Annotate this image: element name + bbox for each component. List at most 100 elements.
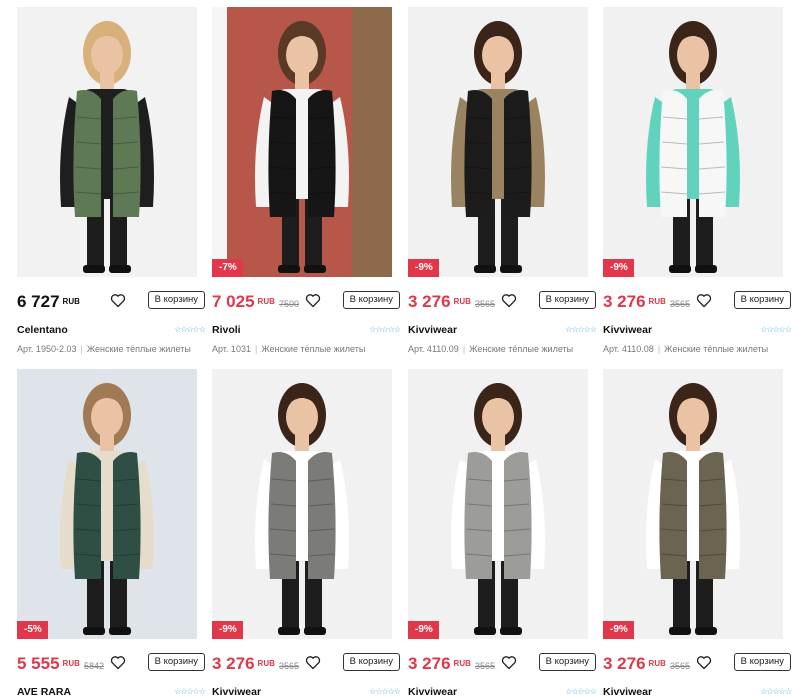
rating-stars-icon: ☆☆☆☆☆ <box>174 687 206 696</box>
product-image[interactable] <box>17 7 197 277</box>
product-image[interactable]: -7% <box>212 7 392 277</box>
add-to-cart-button[interactable]: В корзину <box>538 653 596 671</box>
price-row: 7 025 RUB 7500 В корзину <box>212 290 400 312</box>
category-link[interactable]: Женские тёплые жилеты <box>87 344 191 354</box>
article-number: Арт. 4110.08 <box>603 344 654 354</box>
rating-stars-icon: ☆☆☆☆☆ <box>760 325 792 334</box>
price-value: 7 025 <box>212 292 255 311</box>
category-link[interactable]: Женские тёплые жилеты <box>664 344 768 354</box>
category-link[interactable]: Женские тёплые жилеты <box>469 344 573 354</box>
price-row: 5 555 RUB 5842 В корзину <box>17 652 205 674</box>
product-image[interactable]: -9% <box>408 7 588 277</box>
add-to-cart-button[interactable]: В корзину <box>147 653 205 671</box>
article-number: Арт. 4110.09 <box>408 344 459 354</box>
price-row: 3 276 RUB 3565 В корзину <box>408 290 596 312</box>
favorite-heart-icon[interactable] <box>305 655 321 670</box>
favorite-heart-icon[interactable] <box>696 655 712 670</box>
old-price: 3565 <box>279 661 300 671</box>
product-meta: Арт. 1950-2.03 | Женские тёплые жилеты <box>17 344 191 354</box>
currency-label: RUB <box>62 659 80 668</box>
rating-stars-icon: ☆☆☆☆☆ <box>760 687 792 696</box>
price: 3 276 RUB <box>408 292 471 312</box>
old-price: 3565 <box>475 299 496 309</box>
discount-badge: -9% <box>603 621 634 639</box>
rating-stars-icon: ☆☆☆☆☆ <box>174 325 206 334</box>
currency-label: RUB <box>257 659 275 668</box>
price-value: 3 276 <box>603 654 646 673</box>
currency-label: RUB <box>62 297 80 306</box>
price-row: 3 276 RUB 3565 В корзину <box>212 652 400 674</box>
add-to-cart-button[interactable]: В корзину <box>147 291 205 309</box>
product-meta: Арт. 4110.09 | Женские тёплые жилеты <box>408 344 573 354</box>
price-value: 5 555 <box>17 654 60 673</box>
price: 3 276 RUB <box>212 654 275 674</box>
old-price: 7500 <box>279 299 300 309</box>
favorite-heart-icon[interactable] <box>696 293 712 308</box>
price-value: 3 276 <box>603 292 646 311</box>
favorite-heart-icon[interactable] <box>501 293 517 308</box>
price-row: 3 276 RUB 3565 В корзину <box>603 652 791 674</box>
price-row: 6 727 RUB В корзину <box>17 290 205 312</box>
brand-name[interactable]: Rivoli <box>212 324 241 336</box>
product-meta: Арт. 4110.08 | Женские тёплые жилеты <box>603 344 768 354</box>
price-row: 3 276 RUB 3565 В корзину <box>408 652 596 674</box>
article-number: Арт. 1031 <box>212 344 251 354</box>
price-value: 3 276 <box>408 654 451 673</box>
product-image[interactable]: -9% <box>408 369 588 639</box>
price: 3 276 RUB <box>408 654 471 674</box>
currency-label: RUB <box>453 297 471 306</box>
discount-badge: -9% <box>212 621 243 639</box>
product-image[interactable]: -9% <box>603 7 783 277</box>
product-image[interactable]: -9% <box>212 369 392 639</box>
old-price: 5842 <box>84 661 105 671</box>
meta-separator: | <box>254 344 258 354</box>
rating-stars-icon: ☆☆☆☆☆ <box>369 325 401 334</box>
article-number: Арт. 1950-2.03 <box>17 344 77 354</box>
price-row: 3 276 RUB 3565 В корзину <box>603 290 791 312</box>
favorite-heart-icon[interactable] <box>501 655 517 670</box>
brand-name[interactable]: AVE RARA <box>17 686 71 697</box>
price: 5 555 RUB <box>17 654 80 674</box>
price-value: 6 727 <box>17 292 60 311</box>
price-value: 3 276 <box>408 292 451 311</box>
product-image[interactable]: -9% <box>603 369 783 639</box>
add-to-cart-button[interactable]: В корзину <box>538 291 596 309</box>
brand-name[interactable]: Kivviwear <box>408 686 457 697</box>
discount-badge: -7% <box>212 259 243 277</box>
brand-name[interactable]: Kivviwear <box>408 324 457 336</box>
discount-badge: -5% <box>17 621 48 639</box>
discount-badge: -9% <box>408 259 439 277</box>
price: 3 276 RUB <box>603 654 666 674</box>
add-to-cart-button[interactable]: В корзину <box>342 653 400 671</box>
brand-name[interactable]: Kivviwear <box>212 686 261 697</box>
product-grid: 6 727 RUB В корзину Celentano ☆☆☆☆☆ Арт. 1950… <box>0 0 796 697</box>
meta-separator: | <box>462 344 466 354</box>
add-to-cart-button[interactable]: В корзину <box>733 653 791 671</box>
discount-badge: -9% <box>603 259 634 277</box>
add-to-cart-button[interactable]: В корзину <box>733 291 791 309</box>
brand-name[interactable]: Kivviwear <box>603 686 652 697</box>
price: 6 727 RUB <box>17 292 80 312</box>
rating-stars-icon: ☆☆☆☆☆ <box>565 687 597 696</box>
old-price: 3565 <box>670 299 691 309</box>
add-to-cart-button[interactable]: В корзину <box>342 291 400 309</box>
brand-name[interactable]: Celentano <box>17 324 68 336</box>
favorite-heart-icon[interactable] <box>110 293 126 308</box>
meta-separator: | <box>80 344 83 354</box>
category-link[interactable]: Женские тёплые жилеты <box>261 344 365 354</box>
price-value: 3 276 <box>212 654 255 673</box>
rating-stars-icon: ☆☆☆☆☆ <box>369 687 401 696</box>
price: 3 276 RUB <box>603 292 666 312</box>
discount-badge: -9% <box>408 621 439 639</box>
brand-name[interactable]: Kivviwear <box>603 324 652 336</box>
product-meta: Арт. 1031 | Женские тёплые жилеты <box>212 344 365 354</box>
currency-label: RUB <box>648 659 666 668</box>
old-price: 3565 <box>475 661 496 671</box>
rating-stars-icon: ☆☆☆☆☆ <box>565 325 597 334</box>
favorite-heart-icon[interactable] <box>110 655 126 670</box>
currency-label: RUB <box>257 297 275 306</box>
price: 7 025 RUB <box>212 292 275 312</box>
product-image[interactable]: -5% <box>17 369 197 639</box>
currency-label: RUB <box>453 659 471 668</box>
favorite-heart-icon[interactable] <box>305 293 321 308</box>
